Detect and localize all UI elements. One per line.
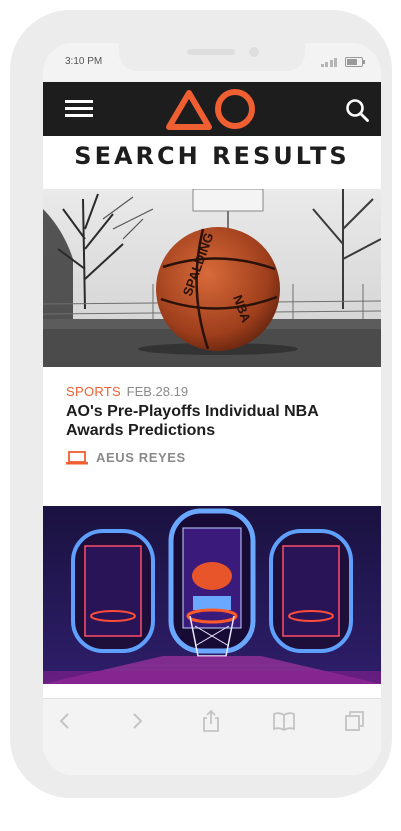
- ao-logo[interactable]: [165, 87, 259, 131]
- author-name: AEUS REYES: [96, 450, 186, 465]
- site-header: [43, 82, 381, 136]
- forward-icon[interactable]: [125, 709, 149, 733]
- camera: [249, 47, 259, 57]
- menu-icon[interactable]: [65, 100, 93, 118]
- bookmarks-icon[interactable]: [272, 709, 296, 733]
- article-category[interactable]: SPORTS: [66, 384, 121, 399]
- article-meta: SPORTS FEB.28.19: [66, 384, 188, 399]
- phone-notch: [119, 43, 305, 71]
- status-time: 3:10 PM: [65, 56, 103, 67]
- status-indicators: [320, 57, 365, 67]
- article-date: FEB.28.19: [126, 384, 189, 399]
- browser-toolbar: [43, 698, 381, 744]
- speaker: [187, 49, 235, 55]
- article-headline[interactable]: AO's Pre-Playoffs Individual NBA Awards …: [66, 402, 366, 440]
- battery-icon: [345, 57, 365, 67]
- article-image-arcade[interactable]: [43, 506, 381, 684]
- page-title: SEARCH RESULTS: [74, 142, 350, 170]
- search-results: SEARCH RESULTS SPALDING NBA SPORTS FEB.2…: [43, 136, 381, 698]
- phone-screen: 3:10 PM SEARCH RESULTS SPALDING NBA SPOR…: [43, 43, 381, 775]
- laptop-icon: [66, 450, 88, 464]
- signal-icon: [320, 57, 337, 67]
- share-icon[interactable]: [199, 709, 223, 733]
- tabs-icon[interactable]: [343, 709, 367, 733]
- search-icon[interactable]: [345, 98, 369, 122]
- article-author[interactable]: AEUS REYES: [66, 450, 186, 465]
- article-image-basketball[interactable]: SPALDING NBA: [43, 189, 381, 367]
- phone-frame: 3:10 PM SEARCH RESULTS SPALDING NBA SPOR…: [10, 10, 392, 798]
- back-icon[interactable]: [53, 709, 77, 733]
